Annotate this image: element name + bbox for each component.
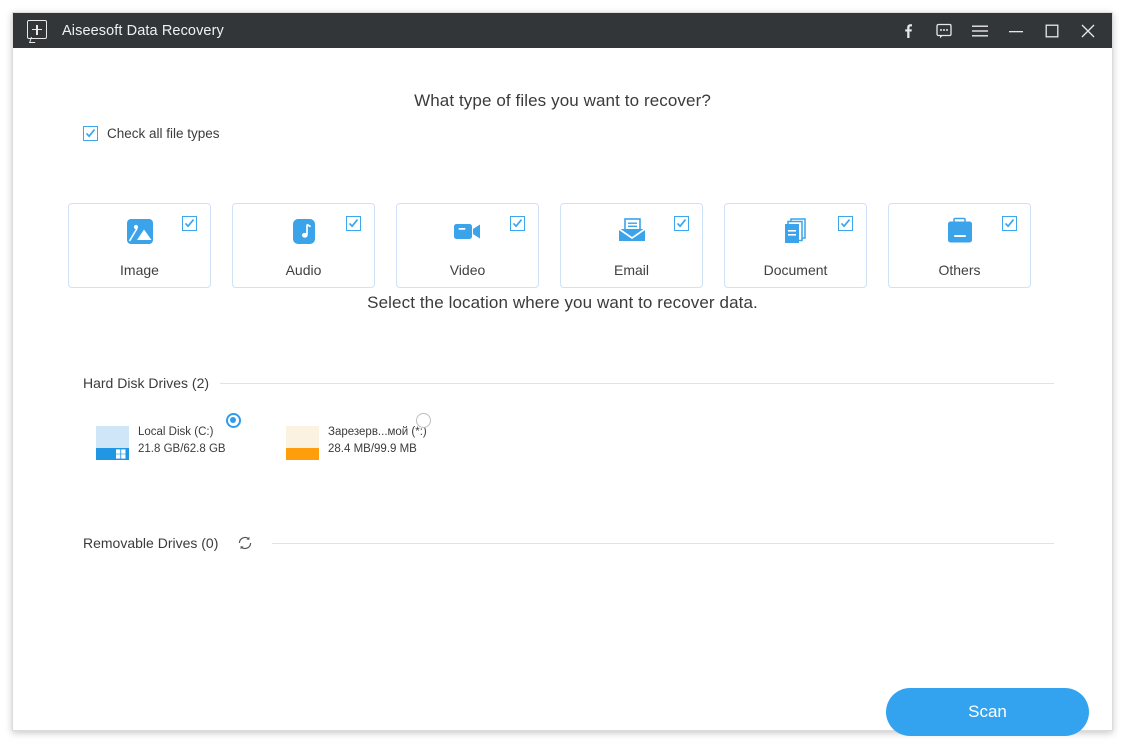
drive-item-local-disk-c[interactable]: Local Disk (C:) 21.8 GB/62.8 GB bbox=[83, 408, 253, 478]
drive-name: Зарезерв...мой (*:) bbox=[328, 426, 427, 438]
file-type-card-audio[interactable]: Audio bbox=[232, 203, 375, 288]
hard-disk-drive-list: Local Disk (C:) 21.8 GB/62.8 GB Зарезерв… bbox=[83, 408, 443, 478]
drive-item-reserved[interactable]: Зарезерв...мой (*:) 28.4 MB/99.9 MB bbox=[273, 408, 443, 478]
check-all-label: Check all file types bbox=[107, 126, 220, 141]
file-type-label-video: Video bbox=[449, 262, 486, 278]
file-type-checkbox-video[interactable] bbox=[510, 216, 525, 231]
file-type-list: Image Audio Video Email Document Others bbox=[68, 203, 1076, 288]
removable-drives-header: Removable Drives (0) bbox=[83, 533, 1054, 553]
others-folder-icon bbox=[943, 216, 977, 248]
files-heading: What type of files you want to recover? bbox=[414, 91, 711, 110]
drive-radio-reserved[interactable] bbox=[416, 413, 431, 428]
image-icon bbox=[123, 216, 157, 248]
check-all-checkbox[interactable] bbox=[83, 126, 98, 141]
window-title: Aiseesoft Data Recovery bbox=[62, 22, 224, 39]
drive-name: Local Disk (C:) bbox=[138, 426, 214, 438]
email-envelope-icon bbox=[615, 216, 649, 248]
file-type-label-others: Others bbox=[938, 262, 981, 278]
drive-info: Local Disk (C:) 21.8 GB/62.8 GB bbox=[138, 426, 226, 455]
hard-disk-drives-label: Hard Disk Drives (2) bbox=[83, 375, 210, 391]
app-plus-bubble-icon bbox=[27, 19, 49, 43]
drive-size: 21.8 GB/62.8 GB bbox=[138, 443, 226, 455]
file-type-card-others[interactable]: Others bbox=[888, 203, 1031, 288]
file-type-checkbox-email[interactable] bbox=[674, 216, 689, 231]
refresh-icon[interactable] bbox=[235, 533, 255, 553]
file-type-checkbox-image[interactable] bbox=[182, 216, 197, 231]
file-type-label-image: Image bbox=[120, 262, 159, 278]
minimize-icon[interactable] bbox=[998, 13, 1034, 48]
main-content: What type of files you want to recover? … bbox=[13, 48, 1112, 736]
close-icon[interactable] bbox=[1070, 13, 1106, 48]
file-type-label-email: Email bbox=[613, 262, 649, 278]
video-camera-icon bbox=[451, 216, 485, 248]
scan-button[interactable]: Scan bbox=[886, 688, 1089, 736]
file-type-card-image[interactable]: Image bbox=[68, 203, 211, 288]
feedback-bubble-icon[interactable] bbox=[926, 13, 962, 48]
menu-hamburger-icon[interactable] bbox=[962, 13, 998, 48]
file-type-card-email[interactable]: Email bbox=[560, 203, 703, 288]
drive-info: Зарезерв...мой (*:) 28.4 MB/99.9 MB bbox=[328, 426, 427, 455]
file-type-card-document[interactable]: Document bbox=[724, 203, 867, 288]
drive-radio-local-disk-c[interactable] bbox=[226, 413, 241, 428]
application-window: Aiseesoft Data Recovery What type of fil… bbox=[12, 12, 1113, 736]
hard-disk-drives-header: Hard Disk Drives (2) bbox=[83, 375, 1054, 391]
facebook-icon[interactable] bbox=[890, 13, 926, 48]
file-type-card-video[interactable]: Video bbox=[396, 203, 539, 288]
windows-drive-icon bbox=[96, 426, 129, 460]
file-type-label-audio: Audio bbox=[285, 262, 322, 278]
removable-drives-label: Removable Drives (0) bbox=[83, 535, 219, 551]
drive-icon bbox=[286, 426, 319, 460]
maximize-icon[interactable] bbox=[1034, 13, 1070, 48]
file-type-checkbox-audio[interactable] bbox=[346, 216, 361, 231]
file-type-checkbox-document[interactable] bbox=[838, 216, 853, 231]
divider bbox=[272, 542, 1054, 544]
drive-size: 28.4 MB/99.9 MB bbox=[328, 443, 417, 455]
location-heading: Select the location where you want to re… bbox=[367, 293, 758, 312]
check-all-file-types-row[interactable]: Check all file types bbox=[83, 126, 220, 141]
file-type-checkbox-others[interactable] bbox=[1002, 216, 1017, 231]
audio-note-icon bbox=[287, 216, 321, 248]
divider bbox=[220, 382, 1054, 384]
title-bar: Aiseesoft Data Recovery bbox=[13, 13, 1112, 48]
document-pages-icon bbox=[779, 216, 813, 248]
file-type-label-document: Document bbox=[763, 262, 828, 278]
